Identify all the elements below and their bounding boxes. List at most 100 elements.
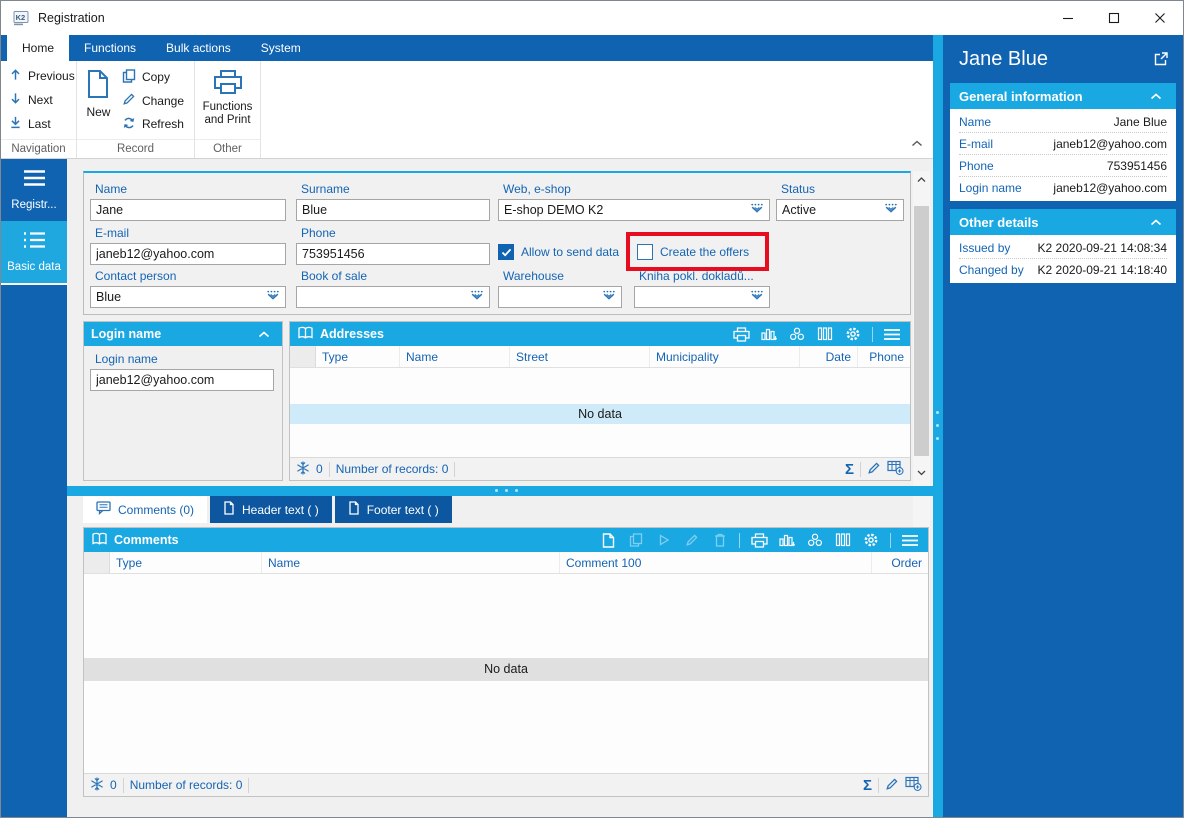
surname-field[interactable]: [296, 199, 490, 221]
status-dropdown[interactable]: Active: [776, 199, 904, 221]
sum-icon[interactable]: Σ: [845, 462, 854, 477]
close-button[interactable]: [1137, 1, 1183, 35]
column-street[interactable]: Street: [510, 346, 650, 367]
kniha-dropdown[interactable]: [634, 286, 770, 308]
table-add-icon[interactable]: [905, 776, 922, 794]
functions-and-print-button[interactable]: Functions and Print: [199, 64, 256, 139]
login-panel-header: Login name: [84, 322, 282, 346]
sidebar-item-registration[interactable]: Registr...: [1, 159, 67, 221]
external-link-icon[interactable]: [1153, 51, 1169, 72]
registration-form: Name Surname Web, e-shop E-shop DEMO K2 …: [83, 171, 911, 315]
vertical-splitter[interactable]: [933, 35, 943, 817]
panel-menu-icon[interactable]: [899, 530, 921, 550]
new-button[interactable]: New: [81, 64, 116, 139]
info-row: Phone 753951456: [959, 155, 1167, 177]
run-icon[interactable]: [653, 530, 675, 550]
pivot-circles-icon[interactable]: [804, 530, 826, 550]
checkbox-unchecked-icon[interactable]: [637, 244, 653, 260]
footer-separator: [878, 777, 879, 793]
column-name[interactable]: Name: [400, 346, 510, 367]
login-name-panel: Login name Login name: [83, 321, 283, 481]
tab-comments[interactable]: Comments (0): [83, 496, 208, 523]
ribbon-tab-system[interactable]: System: [246, 35, 316, 61]
pivot-circles-icon[interactable]: [786, 324, 808, 344]
collapse-chevron-icon[interactable]: [1145, 212, 1167, 232]
login-panel-title: Login name: [91, 327, 162, 341]
warehouse-dropdown[interactable]: [498, 286, 622, 308]
ribbon-tab-functions[interactable]: Functions: [69, 35, 151, 61]
sidebar-item-basic-data[interactable]: Basic data: [1, 221, 67, 285]
info-value: Jane Blue: [1113, 114, 1167, 129]
footer-separator: [248, 777, 250, 793]
collapse-chevron-icon[interactable]: [1145, 86, 1167, 106]
content-area: Name Surname Web, e-shop E-shop DEMO K2 …: [67, 159, 933, 817]
sum-icon[interactable]: Σ: [863, 778, 872, 793]
print-icon[interactable]: [730, 324, 752, 344]
last-button[interactable]: Last: [7, 113, 76, 135]
tab-footer-text[interactable]: Footer text ( ): [334, 496, 452, 523]
printer-icon: [213, 69, 243, 98]
horizontal-splitter[interactable]: [67, 486, 933, 496]
gear-icon[interactable]: [842, 324, 864, 344]
list-icon: [22, 231, 47, 253]
edit-pencil-icon[interactable]: [885, 777, 899, 794]
column-name[interactable]: Name: [262, 552, 560, 573]
column-order[interactable]: Order: [872, 552, 928, 573]
columns-icon[interactable]: [832, 530, 854, 550]
copy-button[interactable]: Copy: [120, 66, 190, 88]
ribbon-tab-bulk-actions[interactable]: Bulk actions: [151, 35, 246, 61]
dropdown-icon: [266, 290, 280, 304]
columns-icon[interactable]: [814, 324, 836, 344]
refresh-button[interactable]: Refresh: [120, 113, 190, 135]
column-phone[interactable]: Phone: [858, 346, 910, 367]
status-label: Status: [781, 182, 816, 196]
next-button[interactable]: Next: [7, 89, 76, 111]
email-field[interactable]: [90, 243, 286, 265]
phone-field[interactable]: [296, 243, 490, 265]
column-type[interactable]: Type: [316, 346, 400, 367]
dropdown-icon: [602, 290, 616, 304]
contact-person-dropdown[interactable]: Blue: [90, 286, 286, 308]
book-of-sale-dropdown[interactable]: [296, 286, 490, 308]
change-button[interactable]: Change: [120, 90, 190, 112]
right-info-panel: Jane Blue General information Name Jane …: [943, 35, 1183, 817]
collapse-chevron-icon[interactable]: [253, 324, 275, 344]
allow-send-data-checkbox[interactable]: Allow to send data: [498, 244, 619, 260]
book-icon: [297, 326, 314, 343]
gear-icon[interactable]: [860, 530, 882, 550]
footer-separator: [122, 777, 124, 793]
functions-and-print-label: Functions and Print: [202, 101, 253, 126]
name-field[interactable]: [90, 199, 286, 221]
checkbox-checked-icon[interactable]: [498, 244, 514, 260]
maximize-button[interactable]: [1091, 1, 1137, 35]
print-icon[interactable]: [748, 530, 770, 550]
scrollbar-thumb[interactable]: [914, 206, 929, 456]
column-municipality[interactable]: Municipality: [650, 346, 800, 367]
edit-pencil-icon[interactable]: [867, 461, 881, 478]
delete-record-icon[interactable]: [709, 530, 731, 550]
edit-record-icon[interactable]: [681, 530, 703, 550]
ribbon-tab-home[interactable]: Home: [7, 35, 70, 61]
chart-icon[interactable]: [758, 324, 780, 344]
create-offers-checkbox[interactable]: Create the offers: [637, 244, 749, 260]
new-record-icon[interactable]: [597, 530, 619, 550]
scroll-up-button[interactable]: [913, 171, 930, 188]
copy-record-icon[interactable]: [625, 530, 647, 550]
previous-label: Previous: [28, 69, 75, 83]
login-name-field[interactable]: [90, 369, 274, 391]
previous-button[interactable]: Previous: [7, 65, 76, 87]
footer-separator: [860, 461, 861, 477]
web-eshop-dropdown[interactable]: E-shop DEMO K2: [498, 199, 770, 221]
column-type[interactable]: Type: [110, 552, 262, 573]
chart-icon[interactable]: [776, 530, 798, 550]
scroll-down-button[interactable]: [913, 464, 930, 481]
ribbon-group-other: Functions and Print Other: [195, 61, 261, 158]
ribbon-collapse-button[interactable]: [911, 134, 923, 152]
tab-header-text[interactable]: Header text ( ): [210, 496, 332, 523]
minimize-button[interactable]: [1045, 1, 1091, 35]
column-comment-100[interactable]: Comment 100: [560, 552, 872, 573]
info-value: K2 2020-09-21 14:18:40: [1037, 263, 1167, 277]
column-date[interactable]: Date: [800, 346, 858, 367]
table-add-icon[interactable]: [887, 460, 904, 478]
panel-menu-icon[interactable]: [881, 324, 903, 344]
